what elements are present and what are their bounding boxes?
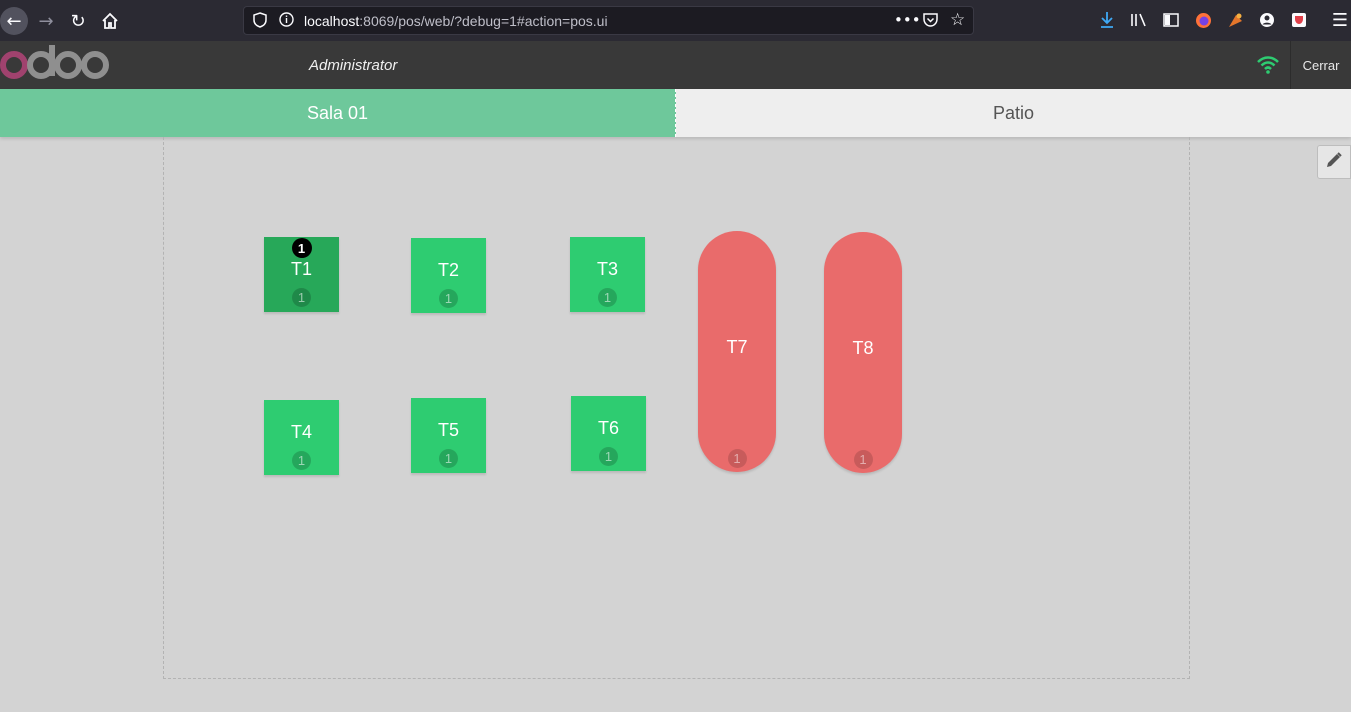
forward-icon[interactable]: →: [32, 7, 60, 35]
odoo-logo: [0, 45, 112, 85]
url-host: localhost: [304, 13, 360, 29]
cashier-name[interactable]: Administrator: [309, 57, 397, 74]
table-name: T7: [726, 337, 748, 357]
url-text[interactable]: localhost:8069/pos/web/?debug=1#action=p…: [304, 13, 608, 29]
table-t5[interactable]: T5 1: [411, 398, 486, 473]
seat-count: 1: [292, 451, 311, 470]
table-t4[interactable]: T4 1: [264, 400, 339, 475]
table-name: T3: [596, 259, 618, 279]
floor-tab-patio[interactable]: Patio: [676, 89, 1351, 137]
edit-floor-button[interactable]: [1317, 145, 1351, 179]
reload-icon[interactable]: ↻: [64, 7, 92, 35]
shield-icon[interactable]: [252, 12, 268, 28]
floor-tab-sala-01[interactable]: Sala 01: [0, 89, 676, 137]
table-name: T4: [290, 422, 312, 442]
back-icon[interactable]: ←: [0, 7, 28, 35]
table-t1[interactable]: 1 T1 1: [264, 237, 339, 312]
browser-toolbar: ← → ↻ localhost:8069/pos/web/?debug=1#ac…: [0, 0, 1351, 41]
url-path: :8069/pos/web/?debug=1#action=pos.ui: [359, 13, 608, 29]
sidebar-icon[interactable]: [1161, 10, 1181, 30]
wifi-icon[interactable]: [1256, 55, 1280, 75]
address-bar[interactable]: localhost:8069/pos/web/?debug=1#action=p…: [243, 6, 974, 35]
order-count-badge: 1: [291, 238, 312, 258]
pocket-save-icon[interactable]: [1289, 10, 1309, 30]
table-t7[interactable]: T7 1: [698, 231, 776, 472]
more-icon[interactable]: •••: [894, 11, 921, 29]
table-name: T8: [852, 338, 874, 358]
table-t6[interactable]: T6 1: [571, 396, 646, 471]
info-icon[interactable]: [278, 12, 294, 28]
download-icon[interactable]: [1097, 10, 1117, 30]
seat-count: 1: [439, 289, 458, 308]
table-t8[interactable]: T8 1: [824, 232, 902, 473]
table-name: T2: [437, 260, 459, 280]
star-icon[interactable]: ☆: [950, 10, 965, 30]
pocket-icon[interactable]: [922, 12, 939, 32]
seat-count: 1: [727, 449, 747, 468]
pos-header: [0, 41, 1351, 89]
seat-count: 1: [439, 449, 458, 468]
table-name: T5: [437, 420, 459, 440]
pencil-icon: [1325, 151, 1343, 173]
floor-selector: Sala 01 Patio: [0, 89, 1351, 137]
seat-count: 1: [292, 288, 311, 307]
close-button[interactable]: Cerrar: [1290, 41, 1351, 89]
library-icon[interactable]: [1129, 10, 1149, 30]
table-name: T6: [597, 418, 619, 438]
extension-icon[interactable]: [1225, 10, 1245, 30]
firefox-icon[interactable]: [1193, 10, 1213, 30]
seat-count: 1: [598, 288, 617, 307]
seat-count: 1: [853, 450, 873, 469]
table-name: T1: [290, 259, 312, 279]
home-icon[interactable]: [96, 7, 124, 35]
table-t3[interactable]: T3 1: [570, 237, 645, 312]
menu-icon[interactable]: ☰: [1330, 10, 1350, 31]
seat-count: 1: [599, 447, 618, 466]
account-icon[interactable]: [1257, 10, 1277, 30]
table-t2[interactable]: T2 1: [411, 238, 486, 313]
